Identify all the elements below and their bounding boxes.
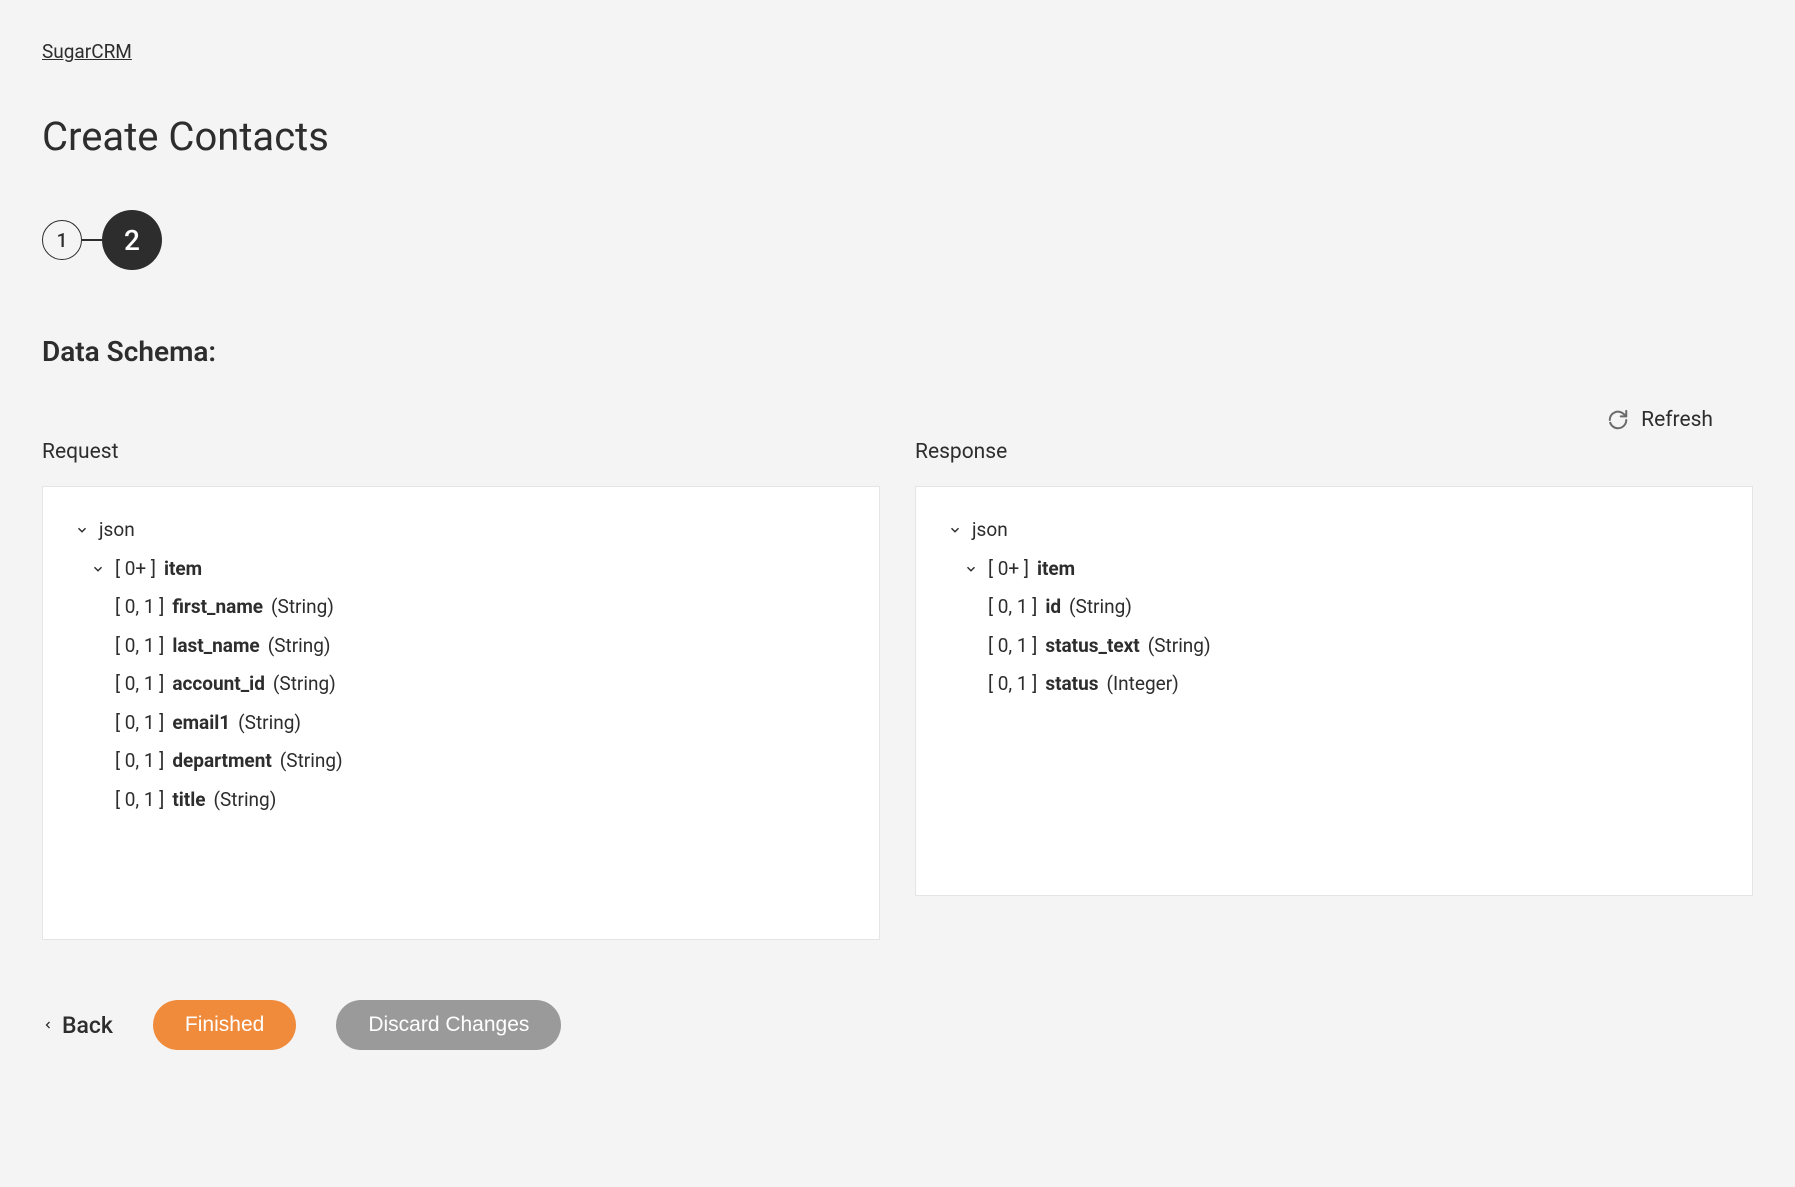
tree-node-item[interactable]: [ 0+ ] item <box>946 550 1722 589</box>
chevron-left-icon <box>42 1016 54 1034</box>
tree-node-item[interactable]: [ 0+ ] item <box>73 550 849 589</box>
tree-node-label: json <box>99 516 135 545</box>
field-name: id <box>1045 593 1061 622</box>
page-title: Create Contacts <box>42 113 1753 160</box>
response-title: Response <box>915 440 1753 464</box>
refresh-button[interactable]: Refresh <box>1607 408 1713 432</box>
response-column: Response json [ 0+ ] item [ 0, 1 ] id (S… <box>915 440 1753 940</box>
tree-node-prefix: [ 0+ ] <box>115 555 156 584</box>
field-type: (String) <box>273 670 336 699</box>
field-prefix: [ 0, 1 ] <box>988 670 1037 699</box>
chevron-down-icon <box>962 562 980 576</box>
tree-field-row[interactable]: [ 0, 1 ] account_id (String) <box>73 665 849 704</box>
refresh-label: Refresh <box>1641 408 1713 432</box>
chevron-down-icon <box>89 562 107 576</box>
tree-field-row[interactable]: [ 0, 1 ] department (String) <box>73 742 849 781</box>
field-type: (String) <box>280 747 343 776</box>
field-type: (String) <box>1069 593 1132 622</box>
step-connector <box>82 239 102 241</box>
field-prefix: [ 0, 1 ] <box>988 632 1037 661</box>
field-type: (String) <box>214 786 277 815</box>
tree-node-json[interactable]: json <box>946 511 1722 550</box>
field-prefix: [ 0, 1 ] <box>115 786 164 815</box>
field-name: status_text <box>1045 632 1139 661</box>
tree-field-row[interactable]: [ 0, 1 ] first_name (String) <box>73 588 849 627</box>
field-prefix: [ 0, 1 ] <box>988 593 1037 622</box>
field-type: (String) <box>238 709 301 738</box>
field-name: first_name <box>172 593 263 622</box>
breadcrumb-link[interactable]: SugarCRM <box>42 40 132 63</box>
stepper: 1 2 <box>42 210 1753 270</box>
request-panel: json [ 0+ ] item [ 0, 1 ] first_name (St… <box>42 486 880 940</box>
field-name: status <box>1045 670 1098 699</box>
field-name: account_id <box>172 670 265 699</box>
tree-field-row[interactable]: [ 0, 1 ] email1 (String) <box>73 704 849 743</box>
field-prefix: [ 0, 1 ] <box>115 709 164 738</box>
field-prefix: [ 0, 1 ] <box>115 670 164 699</box>
field-name: department <box>172 747 271 776</box>
field-prefix: [ 0, 1 ] <box>115 593 164 622</box>
field-type: (String) <box>271 593 334 622</box>
tree-field-row[interactable]: [ 0, 1 ] last_name (String) <box>73 627 849 666</box>
request-title: Request <box>42 440 880 464</box>
section-title: Data Schema: <box>42 335 1753 368</box>
chevron-down-icon <box>946 523 964 537</box>
field-type: (String) <box>268 632 331 661</box>
field-type: (Integer) <box>1107 670 1179 699</box>
field-name: title <box>172 786 205 815</box>
tree-field-row[interactable]: [ 0, 1 ] title (String) <box>73 781 849 820</box>
tree-node-name: item <box>1037 555 1075 584</box>
finished-button[interactable]: Finished <box>153 1000 296 1050</box>
request-column: Request json [ 0+ ] item [ 0, 1 ] first_… <box>42 440 880 940</box>
response-panel: json [ 0+ ] item [ 0, 1 ] id (String)[ 0… <box>915 486 1753 896</box>
tree-field-row[interactable]: [ 0, 1 ] status (Integer) <box>946 665 1722 704</box>
field-type: (String) <box>1148 632 1211 661</box>
discard-button[interactable]: Discard Changes <box>336 1000 561 1050</box>
tree-node-prefix: [ 0+ ] <box>988 555 1029 584</box>
tree-node-label: json <box>972 516 1008 545</box>
back-label: Back <box>62 1012 113 1039</box>
field-name: email1 <box>172 709 230 738</box>
tree-field-row[interactable]: [ 0, 1 ] status_text (String) <box>946 627 1722 666</box>
chevron-down-icon <box>73 523 91 537</box>
tree-node-name: item <box>164 555 202 584</box>
field-prefix: [ 0, 1 ] <box>115 632 164 661</box>
step-2[interactable]: 2 <box>102 210 162 270</box>
footer: Back Finished Discard Changes <box>42 1000 1753 1050</box>
back-button[interactable]: Back <box>42 1012 113 1039</box>
field-name: last_name <box>172 632 259 661</box>
tree-field-row[interactable]: [ 0, 1 ] id (String) <box>946 588 1722 627</box>
refresh-icon <box>1607 409 1629 431</box>
tree-node-json[interactable]: json <box>73 511 849 550</box>
step-1[interactable]: 1 <box>42 220 82 260</box>
field-prefix: [ 0, 1 ] <box>115 747 164 776</box>
